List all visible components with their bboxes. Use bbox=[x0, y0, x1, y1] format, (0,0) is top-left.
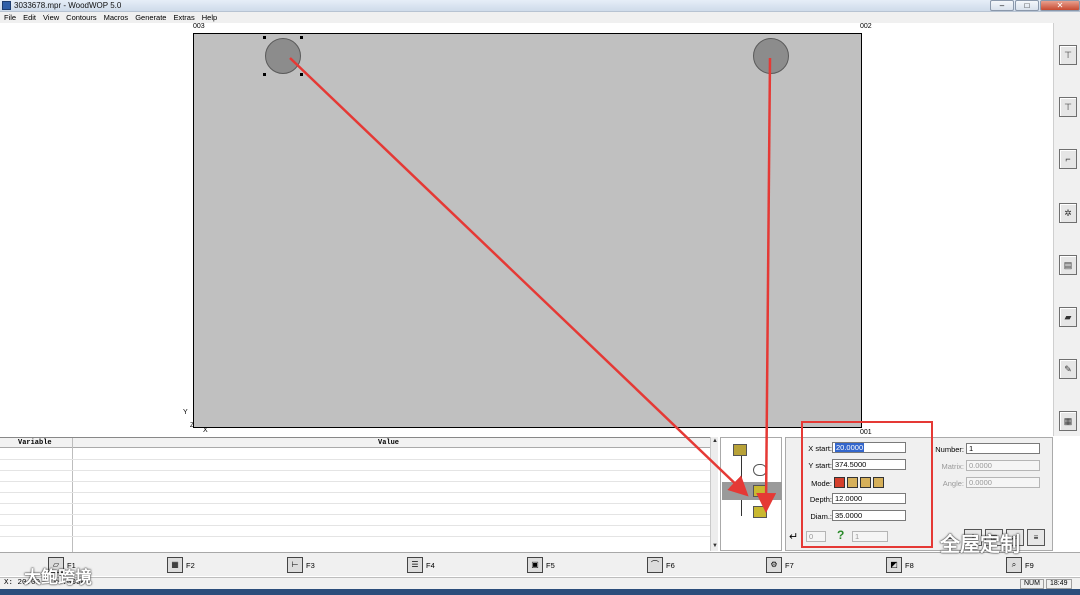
table-row[interactable] bbox=[0, 481, 710, 482]
menu-bar: File Edit View Contours Macros Generate … bbox=[0, 12, 1080, 23]
corner-label-002: 002 bbox=[860, 23, 872, 30]
operation-tree bbox=[720, 437, 782, 551]
woodwop-app-icon bbox=[2, 1, 11, 10]
selection-handle[interactable] bbox=[300, 36, 303, 39]
selection-handle[interactable] bbox=[263, 73, 266, 76]
annotation-highlight-box bbox=[801, 421, 933, 548]
component-icon[interactable]: ▰ bbox=[1059, 307, 1077, 327]
list-icon[interactable]: ≡ bbox=[1027, 529, 1045, 546]
menu-view[interactable]: View bbox=[43, 12, 59, 23]
vertical-drill-icon[interactable]: ⊤ bbox=[1059, 45, 1077, 65]
menu-edit[interactable]: Edit bbox=[23, 12, 36, 23]
contour-icon: ⌒ bbox=[647, 557, 663, 573]
table-icon: ▦ bbox=[167, 557, 183, 573]
milling-icon[interactable]: ▤ bbox=[1059, 255, 1077, 275]
status-bar: X: 20.00 - 96.0000 NUM 18:49 bbox=[0, 577, 1080, 589]
scroll-down-icon[interactable]: ▼ bbox=[711, 542, 719, 550]
f4-key[interactable]: ☰ F4 bbox=[407, 556, 435, 574]
drill-node-icon[interactable] bbox=[753, 485, 767, 497]
column-header-value[interactable]: Value bbox=[72, 438, 710, 448]
table-row[interactable] bbox=[0, 459, 710, 460]
settings-gear-icon: ⚙ bbox=[766, 557, 782, 573]
clock: 18:49 bbox=[1046, 579, 1072, 589]
title-bar: 3033678.mpr - WoodWOP 5.0 – □ ✕ bbox=[0, 0, 1080, 12]
variables-table: Variable Value bbox=[0, 437, 718, 552]
table-row[interactable] bbox=[0, 536, 710, 537]
y-axis-label: Y bbox=[183, 409, 188, 416]
menu-help[interactable]: Help bbox=[202, 12, 217, 23]
x-axis-line bbox=[193, 427, 203, 428]
menu-generate[interactable]: Generate bbox=[135, 12, 166, 23]
horizontal-drill-icon[interactable]: ⊤ bbox=[1059, 97, 1077, 117]
watermark-right: 全屋定制 bbox=[940, 534, 1020, 556]
f3-key[interactable]: ⊢ F3 bbox=[287, 556, 315, 574]
maximize-button[interactable]: □ bbox=[1015, 0, 1039, 11]
minimize-button[interactable]: – bbox=[990, 0, 1014, 11]
column-header-variable[interactable]: Variable bbox=[0, 438, 72, 448]
y-axis-line bbox=[193, 414, 194, 428]
nc-icon: ◩ bbox=[886, 557, 902, 573]
component-view-icon: ▣ bbox=[527, 557, 543, 573]
f8-key[interactable]: ◩ F8 bbox=[886, 556, 914, 574]
selection-handle[interactable] bbox=[263, 36, 266, 39]
tree-icon: ⊢ bbox=[287, 557, 303, 573]
f9-key[interactable]: ⌕ F9 bbox=[1006, 556, 1034, 574]
table-row[interactable] bbox=[0, 503, 710, 504]
number-field[interactable]: 1 bbox=[966, 443, 1040, 454]
edit-icon[interactable]: ✎ bbox=[1059, 359, 1077, 379]
macro-icon[interactable]: ▦ bbox=[1059, 411, 1077, 431]
num-lock-indicator: NUM bbox=[1020, 579, 1044, 589]
drill-hole-right[interactable] bbox=[753, 38, 789, 74]
drill-hole-left[interactable] bbox=[265, 38, 301, 74]
scroll-up-icon[interactable]: ▲ bbox=[711, 437, 719, 445]
close-button[interactable]: ✕ bbox=[1040, 0, 1080, 11]
workpiece-node-icon[interactable] bbox=[733, 444, 747, 456]
return-arrow-icon[interactable]: ↵ bbox=[789, 530, 798, 543]
table-row[interactable] bbox=[0, 514, 710, 515]
comment-node-icon[interactable] bbox=[753, 464, 767, 476]
function-key-bar: ▱ F1 ▦ F2 ⊢ F3 ☰ F4 ▣ F5 ⌒ F6 ⚙ F7 ◩ F8 ⌕ F9 bbox=[0, 552, 1080, 576]
matrix-field[interactable]: 0.0000 bbox=[966, 460, 1040, 471]
workpiece-panel[interactable] bbox=[193, 33, 862, 428]
pocket-icon[interactable]: ✲ bbox=[1059, 203, 1077, 223]
variables-scrollbar[interactable]: ▲ ▼ bbox=[710, 437, 718, 551]
zoom-icon: ⌕ bbox=[1006, 557, 1022, 573]
drill-node-icon[interactable] bbox=[753, 506, 767, 518]
table-row[interactable] bbox=[0, 470, 710, 471]
list-view-icon: ☰ bbox=[407, 557, 423, 573]
f5-key[interactable]: ▣ F5 bbox=[527, 556, 555, 574]
menu-file[interactable]: File bbox=[4, 12, 16, 23]
table-row[interactable] bbox=[0, 492, 710, 493]
f7-key[interactable]: ⚙ F7 bbox=[766, 556, 794, 574]
selection-handle[interactable] bbox=[300, 73, 303, 76]
saw-icon[interactable]: ⌐ bbox=[1059, 149, 1077, 169]
column-separator bbox=[72, 438, 73, 552]
f6-key[interactable]: ⌒ F6 bbox=[647, 556, 675, 574]
corner-label-003: 003 bbox=[193, 23, 205, 30]
watermark-left: 大鲍跨境 bbox=[24, 568, 92, 587]
menu-contours[interactable]: Contours bbox=[66, 12, 96, 23]
window-title: 3033678.mpr - WoodWOP 5.0 bbox=[14, 1, 122, 10]
menu-macros[interactable]: Macros bbox=[104, 12, 129, 23]
selected-node-row[interactable] bbox=[722, 482, 782, 500]
taskbar bbox=[0, 589, 1080, 595]
menu-extras[interactable]: Extras bbox=[173, 12, 194, 23]
right-toolbar: ⊤ ⊤ ⌐ ✲ ▤ ▰ ✎ ▦ bbox=[1053, 23, 1080, 436]
angle-field[interactable]: 0.0000 bbox=[966, 477, 1040, 488]
x-axis-label: X bbox=[203, 427, 208, 434]
f2-key[interactable]: ▦ F2 bbox=[167, 556, 195, 574]
table-row[interactable] bbox=[0, 525, 710, 526]
